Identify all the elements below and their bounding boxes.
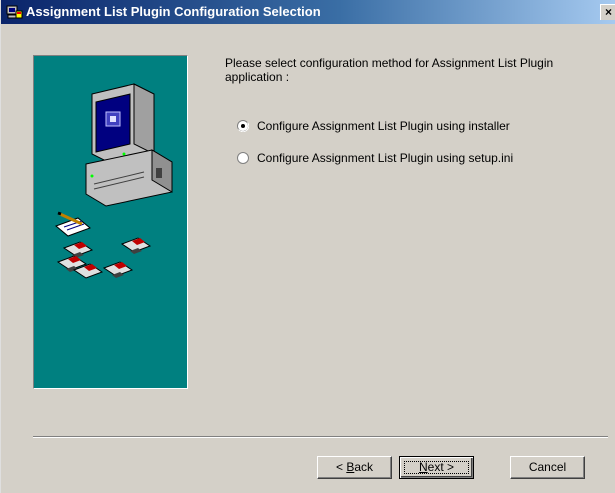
- back-prefix: <: [335, 460, 347, 474]
- button-separator: [33, 436, 608, 438]
- close-button[interactable]: ×: [600, 4, 615, 20]
- installer-icon: [6, 5, 23, 19]
- radio-unselected-icon[interactable]: [237, 152, 249, 164]
- back-button[interactable]: < Back: [317, 456, 392, 479]
- cancel-button[interactable]: Cancel: [510, 456, 585, 479]
- option-setup-ini-label[interactable]: Configure Assignment List Plugin using s…: [257, 150, 513, 166]
- next-button[interactable]: Next >: [399, 456, 474, 479]
- system-unit-icon: [85, 149, 173, 207]
- setup-dialog: Assignment List Plugin Configuration Sel…: [0, 0, 615, 493]
- floppy-disk-icons: [56, 237, 152, 279]
- setup-graphic-panel: [33, 55, 188, 389]
- window-title: Assignment List Plugin Configuration Sel…: [26, 4, 321, 19]
- close-icon: ×: [604, 5, 612, 19]
- back-rest: ack: [354, 460, 374, 474]
- radio-selected-icon[interactable]: [237, 120, 249, 132]
- document-pencil-icon: [55, 211, 91, 237]
- option-installer-label[interactable]: Configure Assignment List Plugin using i…: [257, 118, 510, 134]
- instruction-text: Please select configuration method for A…: [225, 56, 554, 84]
- title-bar[interactable]: Assignment List Plugin Configuration Sel…: [1, 0, 615, 24]
- computer-with-disks-illustration: [55, 83, 173, 279]
- cancel-label: Cancel: [528, 460, 567, 474]
- focus-rect: [404, 461, 469, 474]
